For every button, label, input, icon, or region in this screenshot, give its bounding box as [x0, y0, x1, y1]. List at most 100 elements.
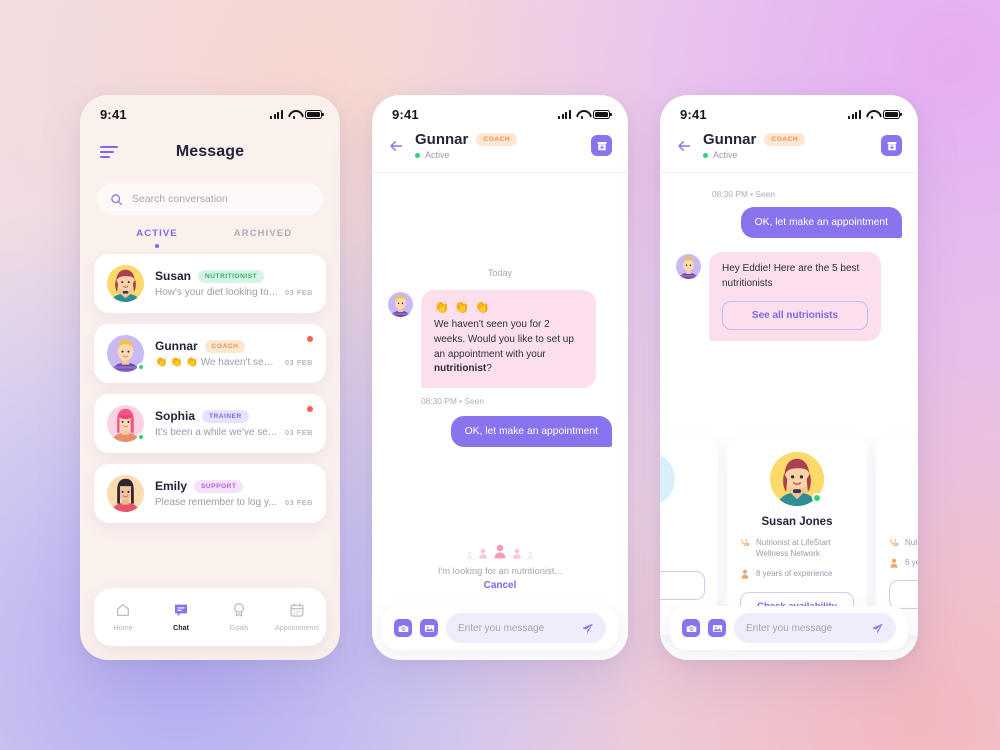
back-arrow-icon[interactable] [388, 138, 404, 154]
gallery-button[interactable] [708, 619, 726, 637]
nav-item-appointments[interactable]: Appointments [268, 602, 326, 632]
chat-status: Active [415, 150, 580, 160]
archive-download-icon [887, 141, 896, 150]
see-all-nutritionists-button[interactable]: See all nutrionists [722, 300, 868, 330]
archive-button[interactable] [881, 135, 902, 156]
chat-header: Gunnar COACH Active [372, 129, 628, 173]
camera-button[interactable] [682, 619, 700, 637]
message-emoji: 👏 👏 👏 [434, 300, 491, 314]
online-indicator [415, 152, 420, 158]
role-badge: COACH [204, 339, 246, 353]
nav-label: Appointments [275, 623, 319, 632]
nav-item-home[interactable]: Home [94, 602, 152, 632]
conversation-date: 03 FEB [284, 358, 313, 367]
search-input[interactable]: Search conversation [97, 183, 323, 215]
archive-button[interactable] [591, 135, 612, 156]
battery-icon [593, 109, 612, 119]
nutritionist-card-gloria[interactable]: Gloria M Nutrio Health 6 year Check [876, 437, 918, 635]
searching-indicator: I'm looking for an nutritionist... Cance… [372, 543, 628, 591]
cancel-search-button[interactable]: Cancel [372, 580, 628, 591]
conversation-body: Sophia TRAINER It's been a while we've s… [155, 409, 313, 438]
chat-name-row: Gunnar COACH [703, 131, 870, 148]
battery-icon [305, 109, 324, 119]
card-name: Susan Jones [761, 516, 833, 528]
conversation-item-gunnar[interactable]: Gunnar COACH 👏 👏 👏 We haven't seen y... … [94, 324, 326, 383]
outgoing-message-bubble: OK, let make an appointment [740, 207, 902, 238]
nutritionist-card-susan-jones[interactable]: Susan Jones Nutrionist at LifeStart Well… [727, 437, 867, 635]
nutritionist-card-partial-left[interactable]: Green ss, Inc. xperience ability [660, 437, 718, 635]
send-icon[interactable] [581, 622, 594, 635]
bottom-navigation: Home Chat Goals Appointments [94, 588, 326, 646]
conversation-header: Emily SUPPORT [155, 479, 313, 493]
back-arrow-icon[interactable] [676, 138, 692, 154]
card-org-row: Nutrio Health [889, 537, 918, 548]
unread-indicator [307, 336, 313, 342]
message-input[interactable]: Enter you message [446, 613, 606, 643]
message-text-part2: ? [486, 363, 492, 375]
message-text: Hey Eddie! Here are the 5 best nutrition… [722, 263, 860, 289]
message-placeholder: Enter you message [458, 622, 545, 634]
wifi-icon [866, 110, 878, 119]
chat-contact-info: Gunnar COACH Active [415, 131, 580, 160]
status-bar-icons [558, 109, 612, 119]
tab-active[interactable]: ACTIVE [104, 228, 210, 248]
online-indicator [137, 363, 145, 371]
status-bar: 9:41 [80, 95, 340, 129]
nav-item-chat[interactable]: Chat [152, 602, 210, 632]
role-badge: NUTRITIONIST [198, 269, 265, 283]
check-availability-button[interactable]: ability [660, 570, 705, 600]
preview-emoji: 👏 👏 👏 [155, 357, 201, 368]
incoming-message-bubble: Hey Eddie! Here are the 5 best nutrition… [709, 252, 881, 341]
conversation-tabs: ACTIVE ARCHIVED [80, 228, 340, 248]
conversation-header: Gunnar COACH [155, 339, 313, 353]
searching-text: I'm looking for an nutritionist... [437, 565, 563, 576]
chat-status-label: Active [713, 150, 738, 160]
conversation-item-sophia[interactable]: Sophia TRAINER It's been a while we've s… [94, 394, 326, 453]
incoming-bubble-wrap: 👏 👏 👏 We haven't seen you for 2 weeks. W… [421, 290, 596, 406]
card-exp-row: 8 years of experience [740, 568, 854, 579]
nutritionist-card-carousel[interactable]: Green ss, Inc. xperience ability [660, 437, 918, 635]
wifi-icon [288, 110, 300, 119]
message-text: We haven't seen you for 2 weeks. Would y… [434, 318, 583, 377]
chat-status-label: Active [425, 150, 450, 160]
message-input[interactable]: Enter you message [734, 613, 896, 643]
message-incoming: 👏 👏 👏 We haven't seen you for 2 weeks. W… [372, 290, 628, 406]
card-experience: 6 year [905, 558, 918, 568]
conversation-item-emily[interactable]: Emily SUPPORT Please remember to log y..… [94, 464, 326, 523]
nav-label: Home [113, 623, 133, 632]
conversation-body: Emily SUPPORT Please remember to log y..… [155, 479, 313, 508]
send-icon[interactable] [871, 622, 884, 635]
person-icon [741, 570, 749, 579]
conversation-preview: It's been a while we've see... [155, 427, 279, 438]
camera-button[interactable] [394, 619, 412, 637]
conversation-body: Susan NUTRITIONIST How's your diet looki… [155, 269, 313, 298]
online-indicator [137, 433, 145, 441]
person-icon [494, 544, 506, 559]
archive-download-icon [597, 141, 606, 150]
nav-item-goals[interactable]: Goals [210, 602, 268, 632]
signal-icon [558, 109, 571, 119]
conversation-header: Susan NUTRITIONIST [155, 269, 313, 283]
card-exp-row: xperience [660, 547, 705, 558]
conversation-date: 03 FEB [284, 498, 313, 507]
role-badge: TRAINER [202, 409, 249, 423]
check-availability-button[interactable]: Check [889, 580, 918, 610]
signal-icon [270, 109, 283, 119]
gallery-button[interactable] [420, 619, 438, 637]
message-timestamp: 08:30 PM • Seen [712, 189, 775, 199]
card-org: Nutrio Health [905, 538, 918, 547]
conversation-name: Susan [155, 269, 192, 283]
chat-contact-name: Gunnar [415, 131, 469, 148]
conversation-item-susan[interactable]: Susan NUTRITIONIST How's your diet looki… [94, 254, 326, 313]
phone-message-list: 9:41 Message Search conversation ACTIVE … [80, 95, 340, 660]
message-input-bar: Enter you message [670, 606, 908, 650]
conversation-preview-row: Please remember to log y... 03 FEB [155, 497, 313, 508]
chat-contact-info: Gunnar COACH Active [703, 131, 870, 160]
tab-archived[interactable]: ARCHIVED [210, 228, 316, 248]
message-text-part1: We haven't seen you for 2 weeks. Would y… [434, 319, 574, 360]
goals-icon [234, 603, 244, 617]
message-avatar-gunnar [388, 292, 413, 317]
phone-chat-conversation: 9:41 Gunnar COACH Active Today 👏 👏 👏 We … [372, 95, 628, 660]
page-header: Message [80, 129, 340, 169]
chat-message-area: Today 👏 👏 👏 We haven't seen you for 2 we… [372, 173, 628, 603]
